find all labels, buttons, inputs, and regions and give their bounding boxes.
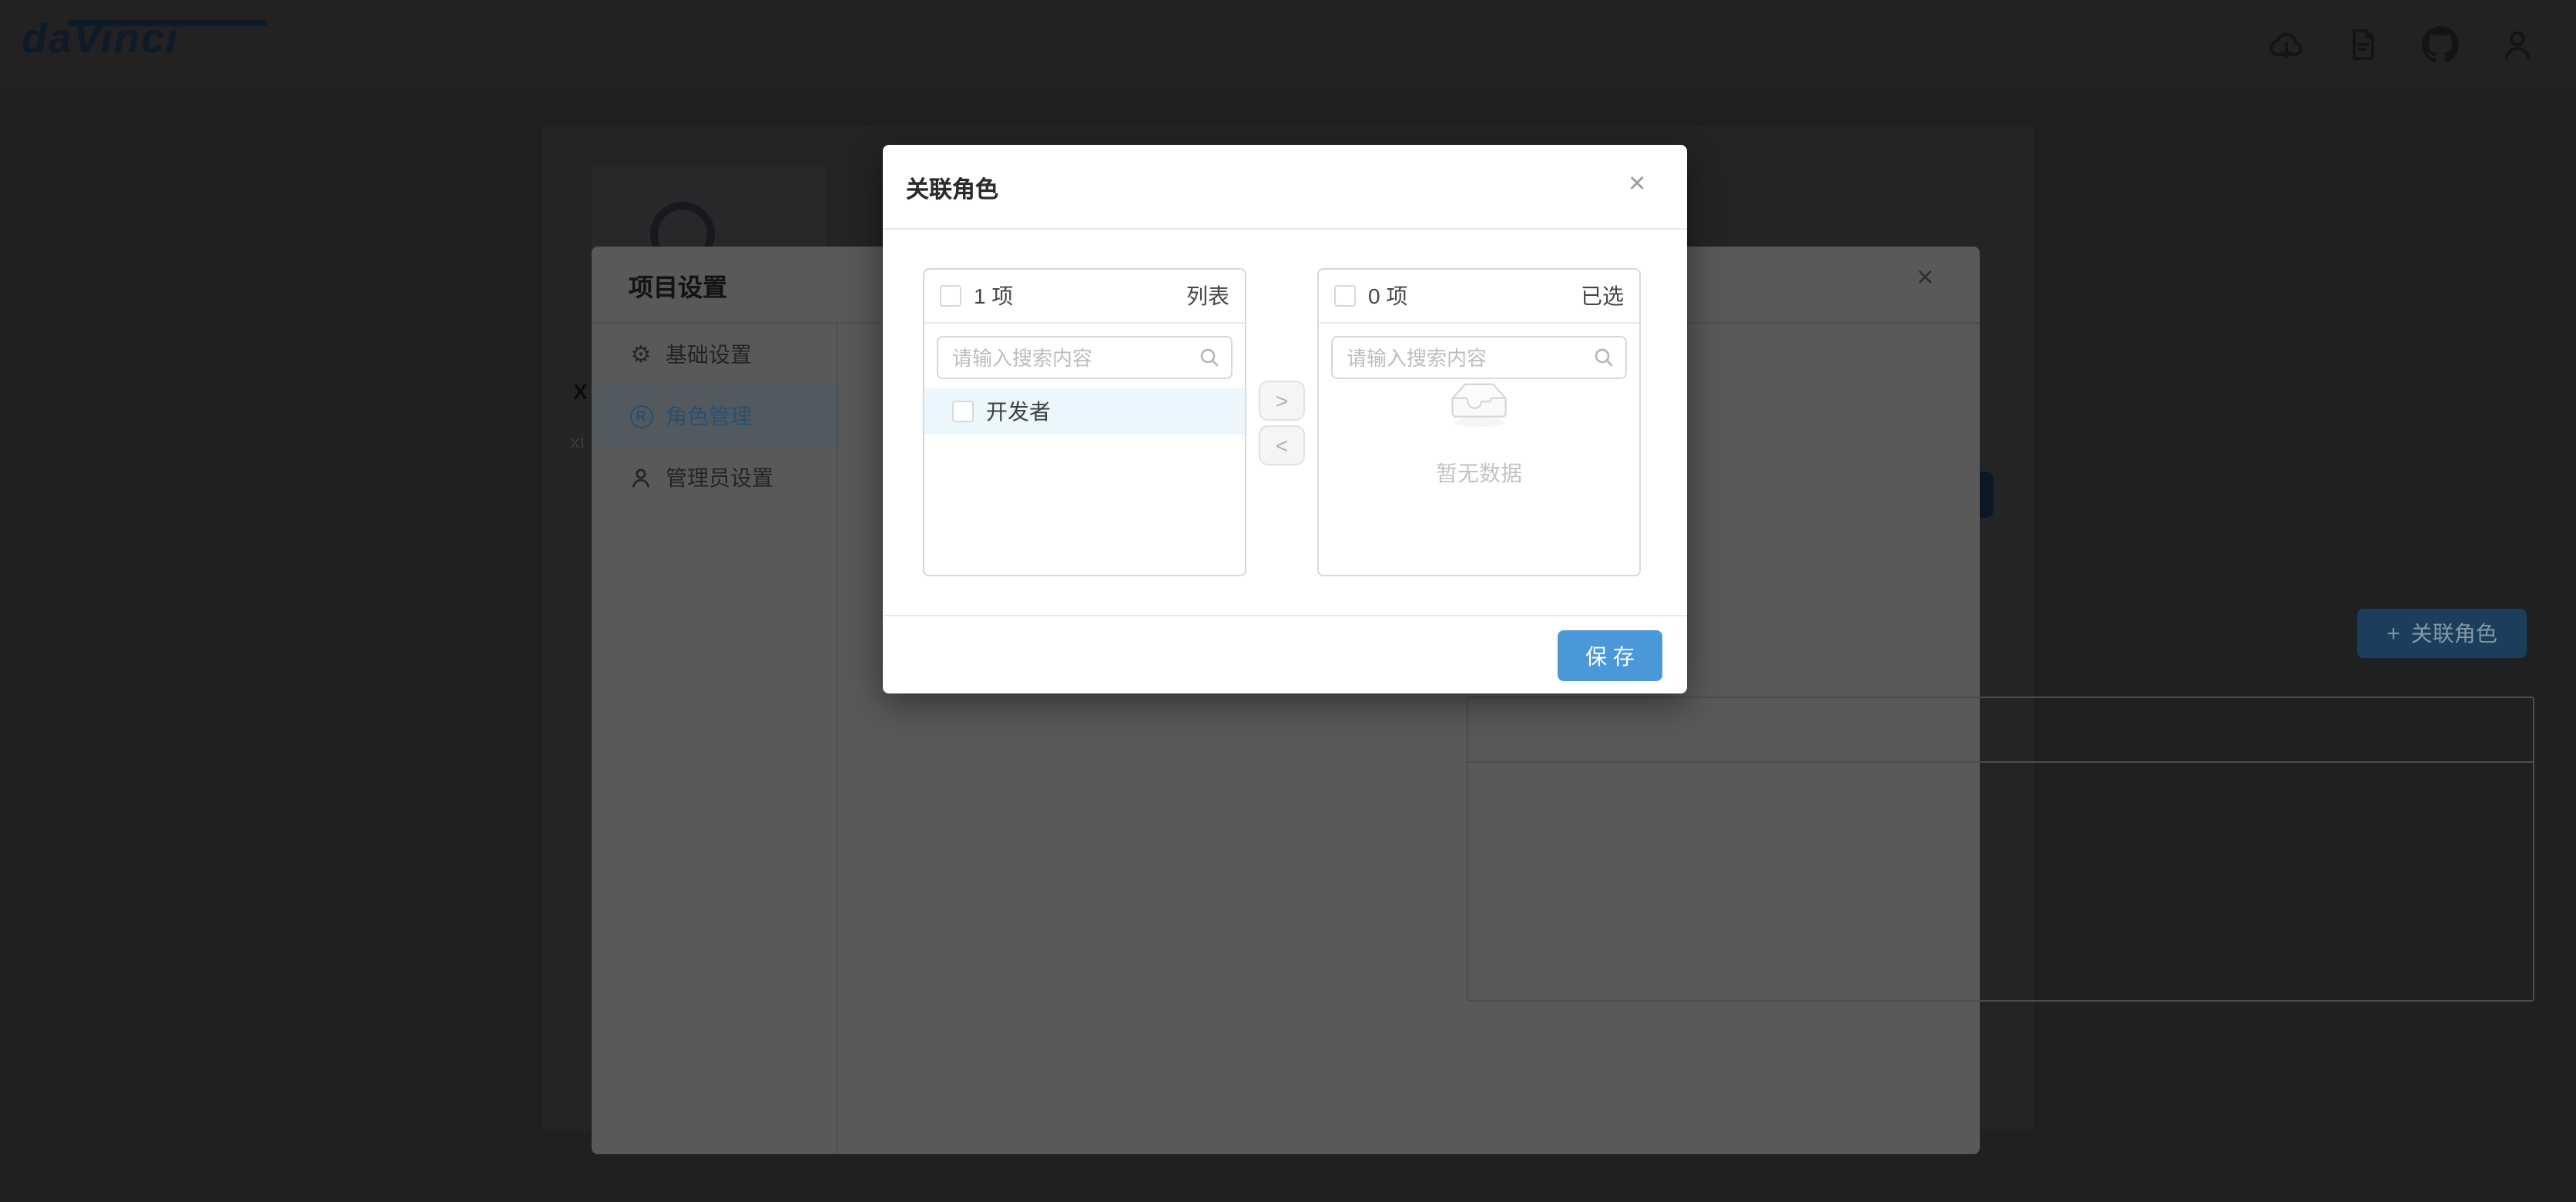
add-role-button-label: 关联角色 (2410, 621, 2497, 646)
registered-icon: R (629, 404, 653, 428)
close-icon[interactable]: × (1628, 170, 1645, 199)
empty-inbox-icon (1451, 383, 1507, 428)
transfer-item-developer[interactable]: 开发者 (924, 388, 1245, 435)
background-partial-text: X (573, 379, 588, 404)
close-icon[interactable]: × (1917, 264, 1934, 293)
transfer-item-label: 开发者 (986, 399, 1051, 424)
source-search-input[interactable] (937, 336, 1233, 379)
add-role-button[interactable]: + 关联角色 (2357, 609, 2527, 658)
roles-table-header (1468, 698, 2533, 763)
github-icon[interactable] (2422, 26, 2459, 63)
relate-roles-modal: 关联角色 × 1 项 列表 开发者 > (883, 145, 1687, 693)
relate-roles-footer: 保 存 (883, 615, 1687, 693)
plus-icon: + (2386, 620, 2400, 646)
background-partial-text: xi (570, 430, 585, 453)
sidebar-item-role-management[interactable]: R 角色管理 (592, 385, 837, 447)
chevron-right-icon: > (1275, 388, 1289, 413)
viewport: daVinci X xi 项目设置 × ⚙ 基础设置 R 角色管理 管理员设置 … (0, 0, 2576, 1202)
target-search-input[interactable] (1331, 336, 1627, 379)
relate-roles-title: 关联角色 (906, 177, 999, 203)
user-icon[interactable] (2499, 26, 2536, 63)
transfer-target-header: 0 项 已选 (1319, 270, 1639, 324)
app-header: daVinci (0, 0, 2576, 89)
person-icon (629, 465, 653, 490)
move-left-button[interactable]: < (1259, 425, 1305, 465)
document-icon[interactable] (2345, 26, 2382, 63)
empty-state: 暂无数据 (1319, 381, 1639, 489)
sidebar-item-label: 角色管理 (666, 404, 752, 428)
source-count: 1 项 (974, 284, 1014, 308)
transfer-source-panel: 1 项 列表 开发者 (923, 268, 1246, 576)
select-all-checkbox[interactable] (1334, 285, 1356, 307)
source-search (937, 336, 1233, 379)
sidebar-item-label: 管理员设置 (666, 465, 773, 490)
search-icon (1200, 348, 1219, 367)
search-icon (1595, 348, 1613, 367)
chevron-left-icon: < (1275, 433, 1289, 458)
sidebar-item-label: 基础设置 (666, 342, 752, 367)
project-settings-title: 项目设置 (629, 276, 728, 302)
empty-text: 暂无数据 (1436, 461, 1522, 485)
cloud-download-icon[interactable] (2268, 26, 2305, 63)
sidebar-item-admin-settings[interactable]: 管理员设置 (592, 447, 837, 509)
target-title: 已选 (1581, 284, 1624, 308)
save-button[interactable]: 保 存 (1558, 630, 1662, 681)
relate-roles-header: 关联角色 × (883, 145, 1687, 230)
select-all-checkbox[interactable] (940, 285, 961, 307)
source-title: 列表 (1186, 284, 1229, 308)
gear-icon: ⚙ (630, 341, 652, 368)
background-button-sliver (1980, 472, 1994, 518)
item-checkbox[interactable] (952, 401, 974, 422)
roles-table (1467, 697, 2534, 1002)
target-search (1331, 336, 1627, 379)
transfer-source-header: 1 项 列表 (924, 270, 1245, 324)
logo-bar-decoration (68, 20, 267, 26)
transfer-target-panel: 0 项 已选 暂无数据 (1317, 268, 1641, 576)
project-settings-sidebar: ⚙ 基础设置 R 角色管理 管理员设置 (592, 324, 838, 1154)
move-right-button[interactable]: > (1259, 381, 1305, 421)
target-count: 0 项 (1368, 284, 1408, 308)
sidebar-item-basic-settings[interactable]: ⚙ 基础设置 (592, 324, 837, 385)
